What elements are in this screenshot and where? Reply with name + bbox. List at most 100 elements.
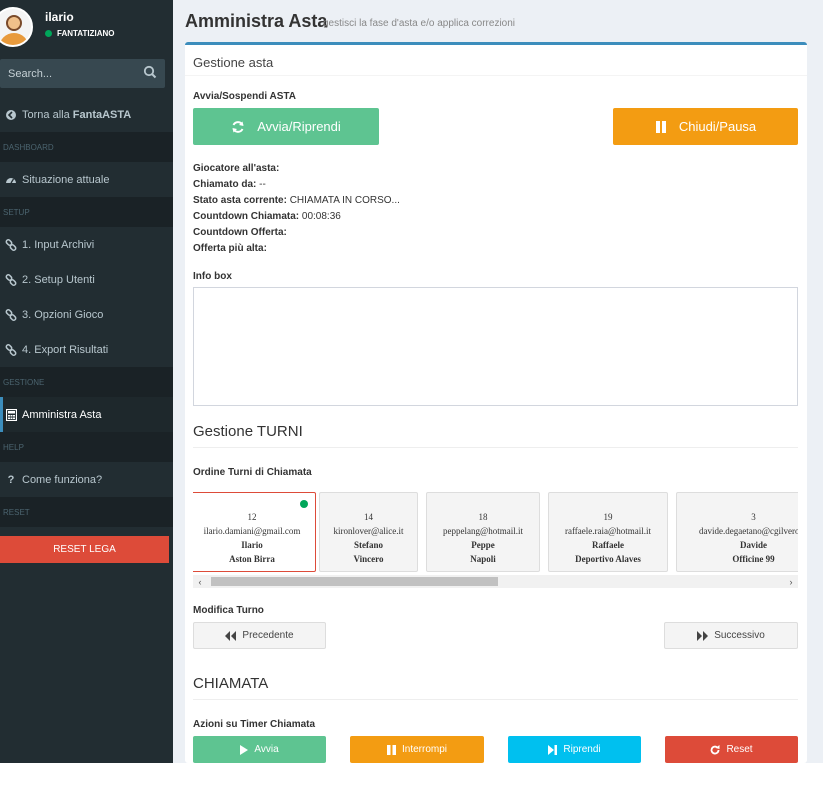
status-giocatore-label: Giocatore all'asta: xyxy=(193,163,280,174)
chiamata-title: CHIAMATA xyxy=(193,675,269,692)
sidebar: ilario FANTATIZIANO Torna alla FantaASTA… xyxy=(0,0,173,763)
status-offerta: Offerta più alta: xyxy=(193,243,267,254)
sidebar-item-label: 3. Opzioni Gioco xyxy=(22,308,104,321)
avatar[interactable] xyxy=(0,7,33,47)
interrompi-button[interactable]: Interrompi xyxy=(350,736,484,763)
scroll-right-icon[interactable]: › xyxy=(784,575,798,588)
gestione-asta-box: Gestione asta Avvia/Sospendi ASTA Avvia/… xyxy=(185,42,807,763)
status-countdown-chiamata: Countdown Chiamata: 00:08:36 xyxy=(193,211,341,222)
page-subtitle: gestisci la fase d'asta e/o applica corr… xyxy=(323,18,516,29)
sidebar-item-label: 2. Setup Utenti xyxy=(22,273,95,286)
scroll-left-icon[interactable]: ‹ xyxy=(193,575,207,588)
status-chiamato: Chiamato da: -- xyxy=(193,179,266,190)
user-panel: ilario FANTATIZIANO xyxy=(0,0,173,50)
status-giocatore: Giocatore all'asta: xyxy=(193,163,279,174)
user-status-label: FANTATIZIANO xyxy=(57,29,115,38)
sidebar-item-situazione[interactable]: Situazione attuale xyxy=(0,162,173,197)
link-icon xyxy=(4,238,18,252)
sidebar-item-back[interactable]: Torna alla FantaASTA xyxy=(0,97,173,132)
info-box-textarea[interactable] xyxy=(193,287,798,406)
precedente-label: Precedente xyxy=(242,630,294,641)
sidebar-item-label: 4. Export Risultati xyxy=(22,343,109,356)
scrollbar-thumb[interactable] xyxy=(211,577,498,586)
turn-card-number: 18 xyxy=(478,512,488,522)
link-icon xyxy=(4,273,18,287)
status-chiamato-label: Chiamato da: xyxy=(193,179,257,190)
section-divider xyxy=(193,447,798,448)
sidebar-item-utenti[interactable]: 2. Setup Utenti xyxy=(0,262,173,297)
turn-card-name: Stefano xyxy=(354,540,383,550)
chiudi-pausa-button[interactable]: Chiudi/Pausa xyxy=(613,108,798,145)
reset-lega-button[interactable]: RESET LEGA xyxy=(0,536,169,563)
turn-card-team: Vincero xyxy=(353,554,384,564)
turn-card-strip: 12 ilario.damiani@gmail.com Ilario Aston… xyxy=(193,491,798,573)
refresh-icon xyxy=(232,120,244,133)
backward-icon xyxy=(225,630,237,641)
turn-card[interactable]: 14 kironlover@alice.it Stefano Vincero xyxy=(319,492,418,572)
status-stato: Stato asta corrente: CHIAMATA IN CORSO..… xyxy=(193,195,400,206)
status-countdown-chiamata-label: Countdown Chiamata: xyxy=(193,211,300,222)
avvia-riprendi-label: Avvia/Riprendi xyxy=(257,119,341,134)
turn-card-email: ilario.damiani@gmail.com xyxy=(203,526,301,536)
status-countdown-offerta-label: Countdown Offerta: xyxy=(193,227,287,238)
sidebar-item-label: Come funziona? xyxy=(22,473,103,486)
avvia-riprendi-button[interactable]: Avvia/Riprendi xyxy=(193,108,379,145)
turn-card-active[interactable]: 12 ilario.damiani@gmail.com Ilario Aston… xyxy=(193,492,316,572)
sidebar-item-come[interactable]: ? Come funziona? xyxy=(0,462,173,497)
calculator-icon xyxy=(4,408,18,422)
avvia-timer-button[interactable]: Avvia xyxy=(193,736,326,763)
menu-header-help: HELP xyxy=(0,432,173,462)
avvia-sospendi-label: Avvia/Sospendi ASTA xyxy=(193,91,296,102)
turn-strip-scrollbar[interactable]: ‹ › xyxy=(193,575,798,588)
sidebar-item-amministra[interactable]: Amministra Asta xyxy=(0,397,173,432)
avvia-timer-label: Avvia xyxy=(254,744,279,755)
current-turn-dot-icon xyxy=(300,500,308,508)
turn-card-email: kironlover@alice.it xyxy=(333,526,404,536)
sidebar-menu: Torna alla FantaASTA DASHBOARD Situazion… xyxy=(0,97,173,527)
sidebar-item-back-prefix: Torna alla xyxy=(22,108,70,121)
question-icon: ? xyxy=(7,473,15,486)
play-icon xyxy=(240,744,249,755)
turn-card-email: davide.degaetano@cgilverona xyxy=(699,526,798,536)
section-divider xyxy=(193,699,798,700)
sidebar-item-input[interactable]: 1. Input Archivi xyxy=(0,227,173,262)
turn-card-number: 19 xyxy=(603,512,613,522)
turn-card-name: Peppe xyxy=(471,540,495,550)
riprendi-label: Riprendi xyxy=(563,744,601,755)
page-title: Amministra Asta xyxy=(185,11,328,31)
turn-card[interactable]: 18 peppelang@hotmail.it Peppe Napoli xyxy=(426,492,540,572)
turn-card[interactable]: 19 raffaele.raia@hotmail.it Raffaele Dep… xyxy=(548,492,668,572)
turn-card-email: peppelang@hotmail.it xyxy=(442,526,524,536)
menu-header-gestione: GESTIONE xyxy=(0,367,173,397)
menu-header-reset: RESET xyxy=(0,497,173,527)
timer-chiamata-label: Azioni su Timer Chiamata xyxy=(193,719,316,730)
turn-card-name: Ilario xyxy=(241,540,263,550)
user-name: ilario xyxy=(45,10,74,24)
turn-card-team: Aston Birra xyxy=(229,554,275,564)
sidebar-item-export[interactable]: 4. Export Risultati xyxy=(0,332,173,367)
menu-header-setup: SETUP xyxy=(0,197,173,227)
status-countdown-chiamata-value: 00:08:36 xyxy=(299,211,341,222)
reset-timer-button[interactable]: Reset xyxy=(665,736,798,763)
content-area: Amministra Asta gestisci la fase d'asta … xyxy=(173,0,823,763)
sidebar-item-opzioni[interactable]: 3. Opzioni Gioco xyxy=(0,297,173,332)
riprendi-button[interactable]: Riprendi xyxy=(508,736,641,763)
precedente-button[interactable]: Precedente xyxy=(193,622,326,649)
status-chiamato-value: -- xyxy=(256,179,266,190)
turn-card-team: Officine 99 xyxy=(732,554,775,564)
sidebar-item-label: Situazione attuale xyxy=(22,173,110,186)
menu-header-dashboard: DASHBOARD xyxy=(0,132,173,162)
status-countdown-offerta: Countdown Offerta: xyxy=(193,227,287,238)
info-box-label: Info box xyxy=(193,271,232,282)
sidebar-item-label: 1. Input Archivi xyxy=(22,238,95,251)
successivo-button[interactable]: Successivo xyxy=(664,622,798,649)
turn-card-number: 14 xyxy=(364,512,373,522)
sidebar-search xyxy=(0,59,165,88)
chiudi-pausa-label: Chiudi/Pausa xyxy=(678,119,757,134)
search-input[interactable] xyxy=(0,59,135,88)
user-status: FANTATIZIANO xyxy=(45,29,114,38)
box-divider xyxy=(185,75,807,76)
turn-card[interactable]: 3 davide.degaetano@cgilverona Davide Off… xyxy=(676,492,798,572)
status-stato-label: Stato asta corrente: xyxy=(193,195,287,206)
search-icon[interactable] xyxy=(143,65,159,81)
